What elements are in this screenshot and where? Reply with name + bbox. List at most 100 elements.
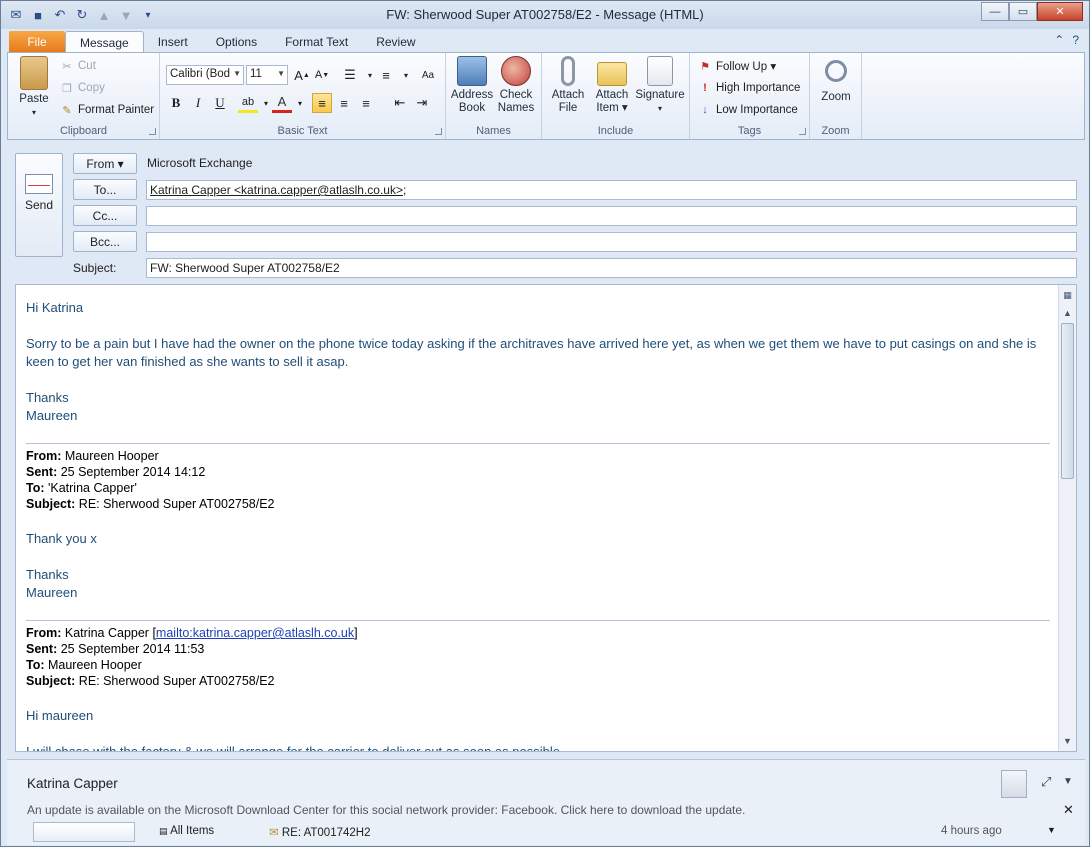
expand-icon[interactable]: ⤢ bbox=[1041, 774, 1051, 790]
tab-insert[interactable]: Insert bbox=[144, 31, 202, 53]
bold-icon[interactable]: B bbox=[166, 93, 186, 113]
high-importance-button[interactable]: ! High Importance bbox=[698, 81, 800, 95]
people-pane-name[interactable]: Katrina Capper bbox=[27, 776, 118, 791]
align-right-icon[interactable]: ≡ bbox=[356, 93, 376, 113]
numbering-icon[interactable]: ≡ bbox=[376, 65, 396, 85]
tags-launcher-icon[interactable] bbox=[799, 128, 806, 135]
from-value: Microsoft Exchange bbox=[147, 156, 253, 170]
address-book-button[interactable]: Address Book bbox=[450, 56, 494, 115]
outlook-message-window: ✉ ■ ↶ ↻ ▲ ▼ ▾ FW: Sherwood Super AT00275… bbox=[0, 0, 1090, 847]
bullets-icon[interactable]: ☰ bbox=[340, 65, 360, 85]
basic-text-group: Calibri (Bod ▼ 11 ▼ A ▲ A ▼ ☰ ▾ ≡ ▾ Aa B I U… bbox=[160, 53, 446, 139]
font-color-dropdown-icon[interactable]: ▾ bbox=[290, 93, 310, 113]
window-controls: — ▭ ✕ bbox=[981, 2, 1083, 21]
clipboard-launcher-icon[interactable] bbox=[149, 128, 156, 135]
grow-font-icon[interactable]: A ▲ bbox=[292, 65, 312, 85]
font-color-icon[interactable]: A bbox=[272, 93, 292, 113]
underline-icon[interactable]: U bbox=[210, 93, 230, 113]
window-title: FW: Sherwood Super AT002758/E2 - Message… bbox=[386, 7, 704, 22]
mailto-link[interactable]: mailto:katrina.capper@atlaslh.co.uk bbox=[156, 626, 354, 640]
ribbon: Paste ▾ ✂ Cut ❐ Copy ✎ Format Painter Cli… bbox=[7, 52, 1085, 140]
send-envelope-icon bbox=[25, 174, 53, 194]
names-label: Names bbox=[476, 125, 511, 137]
cc-field[interactable] bbox=[146, 206, 1077, 226]
font-size-combo[interactable]: 11 ▼ bbox=[246, 65, 288, 85]
highlight-icon[interactable]: ab bbox=[238, 93, 258, 113]
message-body[interactable]: Hi Katrina Sorry to be a pain but I have… bbox=[15, 284, 1077, 752]
cut-button[interactable]: ✂ Cut bbox=[60, 59, 96, 73]
split-icon[interactable]: ▦ bbox=[1061, 289, 1074, 302]
tab-review[interactable]: Review bbox=[362, 31, 429, 53]
font-name-combo[interactable]: Calibri (Bod ▼ bbox=[166, 65, 244, 85]
message-body-content[interactable]: Hi Katrina Sorry to be a pain but I have… bbox=[26, 299, 1050, 752]
minimize-button[interactable]: — bbox=[981, 2, 1009, 21]
avatar[interactable] bbox=[1001, 770, 1027, 798]
paintbrush-icon: ✎ bbox=[62, 104, 72, 117]
low-importance-button[interactable]: ↓ Low Importance bbox=[698, 103, 798, 117]
tab-format-text[interactable]: Format Text bbox=[271, 31, 362, 53]
to-button[interactable]: To... bbox=[73, 179, 137, 200]
to-field[interactable]: Katrina Capper <katrina.capper@atlaslh.c… bbox=[146, 180, 1077, 200]
divider bbox=[26, 620, 1050, 621]
paste-button[interactable]: Paste ▾ bbox=[14, 56, 54, 119]
shrink-font-icon[interactable]: A ▼ bbox=[312, 65, 332, 85]
scroll-down-icon[interactable]: ▼ bbox=[1047, 825, 1056, 835]
exclamation-icon: ! bbox=[703, 82, 707, 94]
bcc-field[interactable] bbox=[146, 232, 1077, 252]
item-time: 4 hours ago bbox=[941, 825, 1002, 837]
send-button[interactable]: Send bbox=[15, 153, 63, 257]
attach-item-button[interactable]: Attach Item ▾ bbox=[590, 56, 634, 115]
align-left-icon[interactable]: ≡ bbox=[312, 93, 332, 113]
help-icon[interactable]: ? bbox=[1072, 33, 1079, 47]
attach-file-button[interactable]: Attach File bbox=[546, 56, 590, 115]
update-notice[interactable]: An update is available on the Microsoft … bbox=[27, 803, 745, 817]
tab-file[interactable]: File bbox=[9, 31, 65, 53]
close-icon[interactable]: ✕ bbox=[1063, 802, 1074, 818]
scroll-thumb[interactable] bbox=[1061, 323, 1074, 479]
styles-icon[interactable]: Aa bbox=[418, 65, 438, 85]
format-painter-button[interactable]: ✎ Format Painter bbox=[60, 103, 154, 117]
body-scrollbar[interactable]: ▦ ▲ ▼ bbox=[1058, 285, 1076, 751]
subject-field[interactable]: FW: Sherwood Super AT002758/E2 bbox=[146, 258, 1077, 278]
recent-item[interactable]: ✉ RE: AT001742H2 bbox=[269, 825, 371, 839]
from-button[interactable]: From ▾ bbox=[73, 153, 137, 174]
signature-button[interactable]: Signature ▾ bbox=[634, 56, 686, 115]
cc-button[interactable]: Cc... bbox=[73, 205, 137, 226]
basic-text-launcher-icon[interactable] bbox=[435, 128, 442, 135]
people-pane-tab[interactable] bbox=[33, 822, 135, 842]
increase-indent-icon[interactable]: ⇥ bbox=[412, 93, 432, 113]
follow-up-button[interactable]: ⚑ Follow Up ▾ bbox=[698, 59, 776, 74]
include-label: Include bbox=[597, 125, 634, 137]
all-items-tab[interactable]: ▤ All Items bbox=[159, 825, 214, 837]
maximize-button[interactable]: ▭ bbox=[1009, 2, 1037, 21]
tab-message[interactable]: Message bbox=[65, 31, 144, 53]
scroll-up-icon[interactable]: ▲ bbox=[1061, 307, 1074, 320]
align-center-icon[interactable]: ≡ bbox=[334, 93, 354, 113]
close-button[interactable]: ✕ bbox=[1037, 2, 1083, 21]
zoom-button[interactable]: Zoom bbox=[814, 56, 858, 104]
chevron-down-icon: ▼ bbox=[233, 69, 241, 78]
tab-options[interactable]: Options bbox=[202, 31, 271, 53]
greeting: Hi Katrina bbox=[26, 300, 84, 315]
copy-icon: ❐ bbox=[62, 82, 72, 95]
quoted-text-2: I will chase with the factory & we will … bbox=[26, 744, 564, 752]
chevron-down-icon: ▼ bbox=[277, 69, 285, 78]
recipient-chip[interactable]: Katrina Capper <katrina.capper@atlaslh.c… bbox=[150, 183, 403, 197]
zoom-label: Zoom bbox=[821, 125, 850, 137]
italic-icon[interactable]: I bbox=[188, 93, 208, 113]
check-names-button[interactable]: Check Names bbox=[494, 56, 538, 115]
scroll-down-icon[interactable]: ▼ bbox=[1061, 735, 1074, 748]
recipient-separator: ; bbox=[403, 183, 407, 197]
body-paragraph: Sorry to be a pain but I have had the ow… bbox=[26, 336, 1037, 369]
people-pane: Katrina Capper ⤢ ▼ An update is availabl… bbox=[7, 759, 1085, 845]
minimize-ribbon-icon[interactable]: ⌃ bbox=[1054, 33, 1064, 47]
thanks-text: Thanks bbox=[26, 390, 69, 405]
chevron-down-icon[interactable]: ▼ bbox=[1063, 776, 1073, 787]
address-book-icon bbox=[457, 56, 487, 86]
bcc-button[interactable]: Bcc... bbox=[73, 231, 137, 252]
decrease-indent-icon[interactable]: ⇤ bbox=[390, 93, 410, 113]
zoom-group: Zoom Zoom bbox=[810, 53, 862, 139]
copy-button[interactable]: ❐ Copy bbox=[60, 81, 105, 95]
flag-icon: ⚑ bbox=[700, 60, 710, 73]
numbering-dropdown-icon[interactable]: ▾ bbox=[396, 65, 416, 85]
